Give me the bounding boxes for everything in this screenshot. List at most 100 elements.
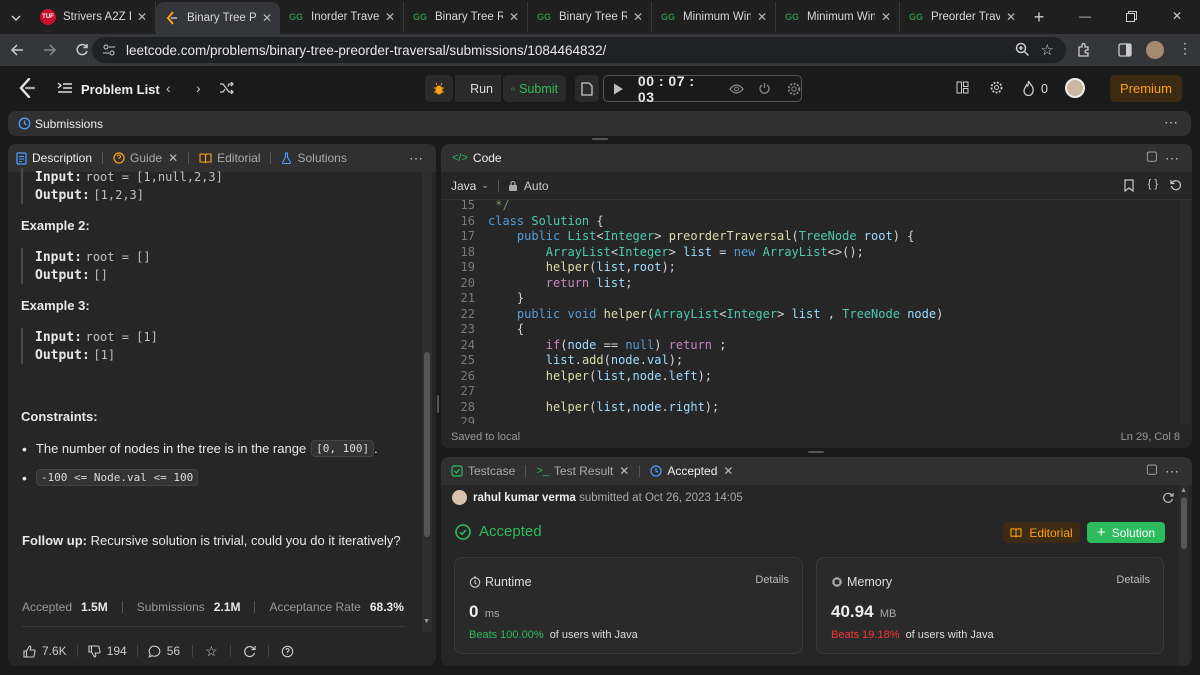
browser-tab[interactable]: GG Inorder Traversal ✕ xyxy=(280,2,404,32)
browser-tab[interactable]: GG Preorder Traversal ✕ xyxy=(900,2,1024,32)
tab-separator xyxy=(270,152,272,164)
close-tab-icon[interactable]: ✕ xyxy=(509,10,519,24)
thumbs-down-icon[interactable] xyxy=(88,644,101,658)
tab-editorial[interactable]: Editorial xyxy=(199,151,260,165)
layout-icon[interactable] xyxy=(956,81,969,94)
close-tab-icon[interactable]: ✕ xyxy=(723,464,733,478)
tab-test-result[interactable]: >_ Test Result ✕ xyxy=(536,464,629,478)
zoom-icon[interactable] xyxy=(1015,42,1030,57)
new-tab-button[interactable]: + xyxy=(1024,7,1054,28)
restore-icon[interactable] xyxy=(1108,0,1154,32)
close-tab-icon[interactable]: ✕ xyxy=(262,11,272,25)
runtime-card[interactable]: Runtime Details 0 ms Beats 100.00% of us… xyxy=(454,557,803,654)
tab-description[interactable]: Description xyxy=(16,151,92,165)
close-tab-icon[interactable]: ✕ xyxy=(757,10,767,24)
site-settings-icon[interactable] xyxy=(102,43,116,57)
vertical-resize-handle[interactable] xyxy=(592,138,608,140)
problem-list-link[interactable]: Problem List xyxy=(81,82,160,97)
browser-tab[interactable]: GG Binary Tree Representation ✕ xyxy=(528,2,652,32)
maximize-icon[interactable]: ▢ xyxy=(1146,461,1158,477)
format-braces-icon[interactable]: { } xyxy=(1148,178,1158,190)
language-select[interactable]: Java xyxy=(451,179,476,193)
close-tab-icon[interactable]: ✕ xyxy=(1006,10,1016,24)
settings-gear-icon[interactable] xyxy=(990,81,1003,94)
eye-icon[interactable] xyxy=(729,83,744,94)
browser-tab-active[interactable]: Binary Tree Preorder ✕ xyxy=(156,2,280,34)
browser-menu-icon[interactable]: ⋮ xyxy=(1178,41,1192,55)
extensions-icon[interactable] xyxy=(1076,42,1092,58)
timer-play-icon[interactable] xyxy=(613,83,624,95)
vertical-resize-handle[interactable] xyxy=(808,451,824,453)
next-problem-icon[interactable]: › xyxy=(196,80,201,96)
reset-icon[interactable] xyxy=(1170,179,1182,191)
more-icon[interactable]: ⋯ xyxy=(409,150,424,167)
minimize-icon[interactable]: — xyxy=(1062,0,1108,32)
user-avatar[interactable] xyxy=(1065,78,1085,98)
footer-separator xyxy=(267,645,269,657)
more-icon[interactable]: ⋯ xyxy=(1165,150,1180,167)
auto-mode-label[interactable]: Auto xyxy=(524,179,549,193)
solution-label: Solution xyxy=(1111,525,1156,540)
debug-button[interactable] xyxy=(425,75,453,102)
streak-fire-icon[interactable] xyxy=(1022,80,1035,96)
solution-button[interactable]: + Solution xyxy=(1087,522,1165,543)
bookmark-icon[interactable] xyxy=(1124,179,1134,192)
chevron-down-icon[interactable]: ⌄ xyxy=(481,180,489,191)
browser-tab[interactable]: GG Binary Tree Representation ✕ xyxy=(404,2,528,32)
help-icon[interactable] xyxy=(281,645,294,658)
acceptance-rate-label: Acceptance Rate xyxy=(269,600,361,614)
submitter-name[interactable]: rahul kumar verma xyxy=(473,492,576,504)
runtime-details-link[interactable]: Details xyxy=(755,574,789,586)
shuffle-icon[interactable] xyxy=(219,82,234,94)
more-icon[interactable]: ⋯ xyxy=(1164,114,1179,131)
browser-tab[interactable]: TUF Strivers A2Z DSA ✕ xyxy=(32,2,156,32)
back-icon[interactable] xyxy=(0,43,34,57)
editorial-button[interactable]: Editorial xyxy=(1003,522,1080,543)
editor-scrollbar[interactable] xyxy=(1180,200,1190,424)
run-button[interactable]: Run xyxy=(455,75,501,102)
tab-guide[interactable]: Guide ✕ xyxy=(113,151,178,165)
bookmark-star-icon[interactable]: ☆ xyxy=(1041,41,1054,59)
forward-icon[interactable] xyxy=(34,43,66,57)
browser-tab[interactable]: GG Minimum Window ✕ xyxy=(652,2,776,32)
maximize-icon[interactable]: ▢ xyxy=(1146,148,1158,164)
close-tab-icon[interactable]: ✕ xyxy=(881,10,891,24)
timer-settings-icon[interactable] xyxy=(787,82,801,96)
code-editor[interactable]: 15 */ 16 class Solution { 17 public List<… xyxy=(441,200,1192,424)
memory-card[interactable]: Memory Details 40.94 MB Beats 19.18% of … xyxy=(816,557,1164,654)
submit-button[interactable]: Submit xyxy=(503,75,566,102)
browser-tab[interactable]: GG Minimum Window ✕ xyxy=(776,2,900,32)
refresh-icon[interactable] xyxy=(1162,492,1174,504)
scroll-down-icon[interactable]: ▼ xyxy=(423,618,430,625)
close-window-icon[interactable]: ✕ xyxy=(1154,0,1200,32)
memory-details-link[interactable]: Details xyxy=(1116,574,1150,586)
share-icon[interactable] xyxy=(243,645,256,658)
scrollbar-thumb[interactable] xyxy=(424,352,430,537)
close-tab-icon[interactable]: ✕ xyxy=(137,10,147,24)
close-tab-icon[interactable]: ✕ xyxy=(168,151,178,165)
premium-button[interactable]: Premium xyxy=(1110,75,1182,102)
url-bar[interactable]: leetcode.com/problems/binary-tree-preord… xyxy=(92,37,1066,63)
comment-icon[interactable] xyxy=(148,645,161,658)
result-scrollbar-thumb[interactable] xyxy=(1181,497,1187,549)
tab-testcase[interactable]: Testcase xyxy=(451,464,515,478)
tab-accepted[interactable]: Accepted ✕ xyxy=(650,464,733,478)
thumbs-up-icon[interactable] xyxy=(23,644,36,658)
leetcode-logo[interactable] xyxy=(18,78,36,98)
scroll-up-icon[interactable]: ▲ xyxy=(1180,487,1187,494)
tab-search-button[interactable] xyxy=(0,2,32,34)
submitter-avatar[interactable] xyxy=(452,490,467,505)
profile-avatar[interactable] xyxy=(1146,41,1164,59)
tab-solutions[interactable]: Solutions xyxy=(281,151,347,165)
more-icon[interactable]: ⋯ xyxy=(1165,463,1180,480)
close-tab-icon[interactable]: ✕ xyxy=(633,10,643,24)
star-icon[interactable]: ☆ xyxy=(205,643,218,660)
notes-button[interactable] xyxy=(575,75,599,102)
horizontal-resize-handle[interactable] xyxy=(437,395,439,413)
runtime-value: 0 xyxy=(469,602,479,621)
power-icon[interactable] xyxy=(758,82,771,95)
side-panel-icon[interactable] xyxy=(1118,43,1132,57)
close-tab-icon[interactable]: ✕ xyxy=(619,464,629,478)
prev-problem-icon[interactable]: ‹ xyxy=(166,80,171,96)
close-tab-icon[interactable]: ✕ xyxy=(385,10,395,24)
